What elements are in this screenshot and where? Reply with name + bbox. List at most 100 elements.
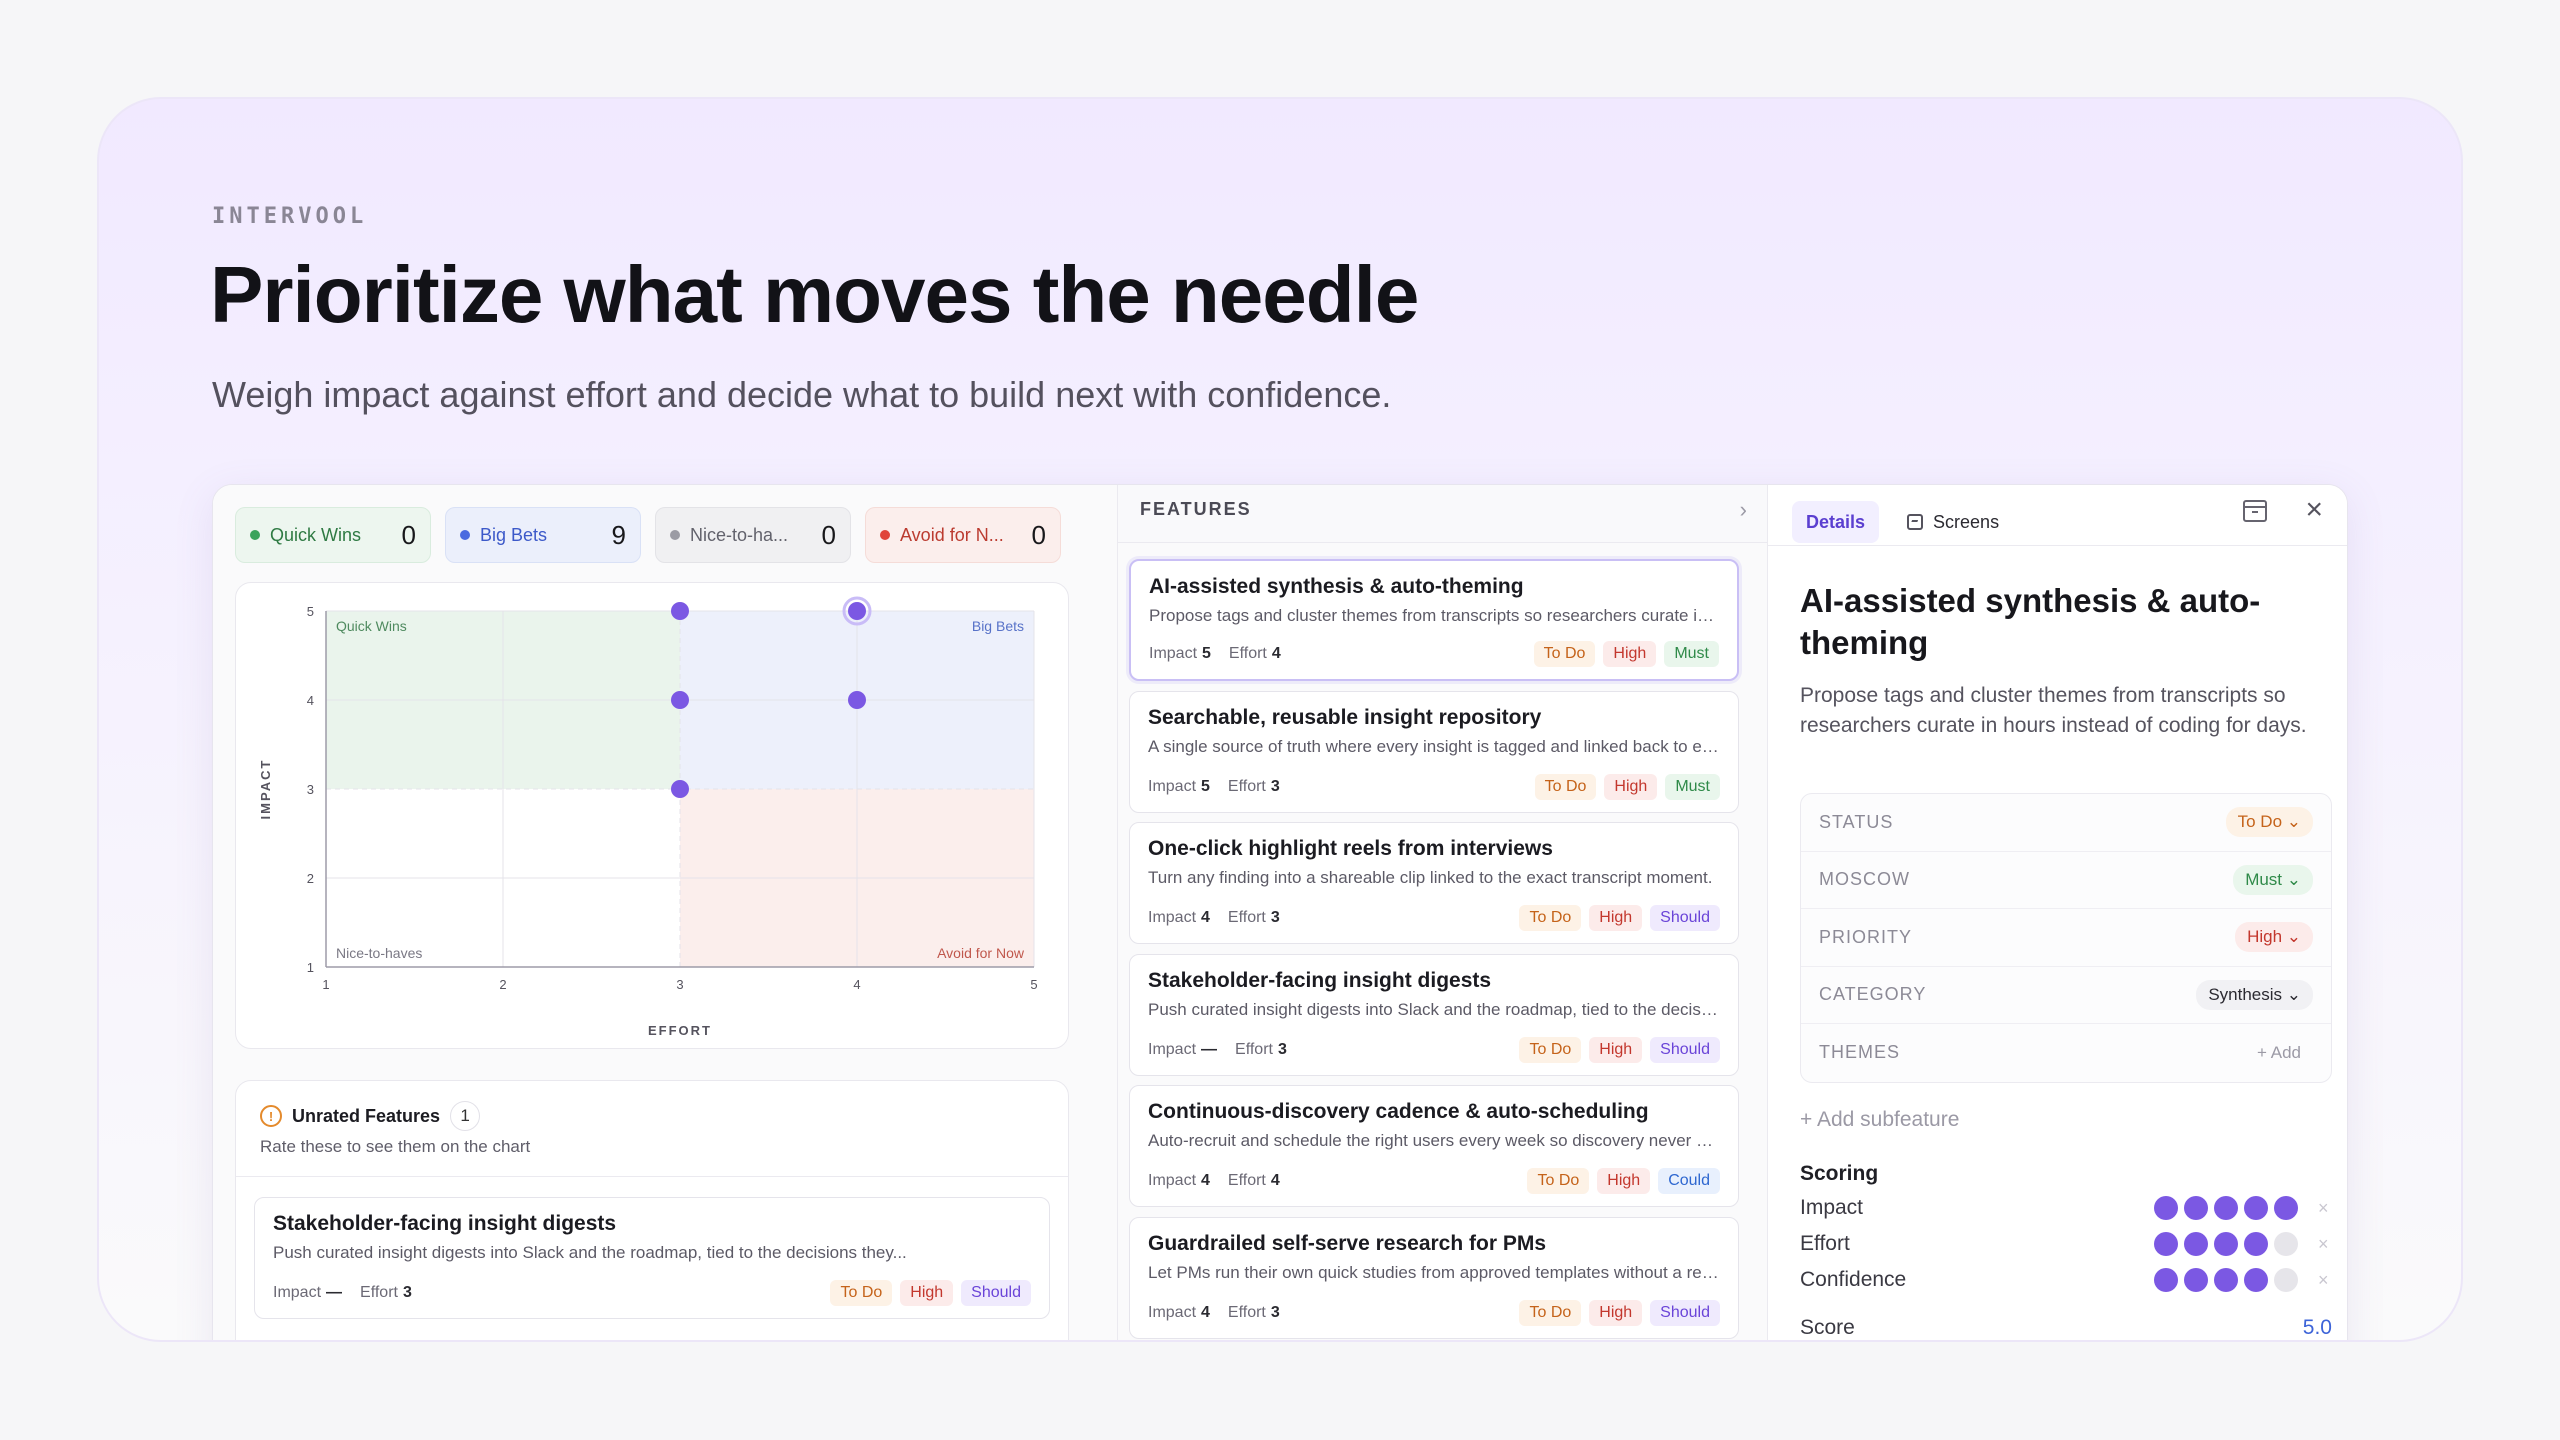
feature-card[interactable]: AI-assisted synthesis & auto-theming Prop… xyxy=(1129,559,1739,681)
priority-badge: High xyxy=(1589,1299,1643,1326)
clear-rating-icon[interactable]: × xyxy=(2318,1270,2332,1291)
rating-dots: × xyxy=(2154,1268,2332,1292)
brand-eyebrow: INTERVOOL xyxy=(212,204,368,229)
moscow-badge: Could xyxy=(1658,1168,1720,1194)
feature-card[interactable]: Continuous-discovery cadence & auto-sche… xyxy=(1129,1085,1739,1207)
details-tabs: Details Screens xyxy=(1792,501,2013,543)
add-subfeature-button[interactable]: + Add subfeature xyxy=(1800,1108,1959,1132)
impact-value: 5 xyxy=(1201,777,1210,795)
rating-dot[interactable] xyxy=(2214,1232,2238,1256)
rating-dot[interactable] xyxy=(2214,1268,2238,1292)
score-row-impact: Impact × xyxy=(1800,1190,2332,1226)
tab-screens[interactable]: Screens xyxy=(1893,501,2013,543)
image-icon xyxy=(1907,514,1924,530)
data-point[interactable] xyxy=(671,691,689,709)
quadrant-label: Nice-to-ha... xyxy=(690,524,789,545)
feature-description: Push curated insight digests into Slack … xyxy=(273,1243,907,1262)
y-tick-label: 1 xyxy=(307,960,314,975)
clear-rating-icon[interactable]: × xyxy=(2318,1198,2332,1219)
feature-card[interactable]: Guardrailed self-serve research for PMs L… xyxy=(1129,1216,1739,1339)
features-panel: FEATURES › AI-assisted synthesis & auto-… xyxy=(1118,485,1768,1340)
y-tick-label: 3 xyxy=(307,782,314,797)
quadrant-nice-to-haves[interactable]: Nice-to-ha... 0 xyxy=(655,507,851,563)
score-row-confidence: Confidence × xyxy=(1800,1262,2332,1298)
quadrant-quick-wins[interactable]: Quick Wins 0 xyxy=(235,507,431,563)
features-header: FEATURES › xyxy=(1118,485,1767,543)
rating-dot[interactable] xyxy=(2244,1196,2268,1220)
feature-card[interactable]: Stakeholder-facing insight digests Push c… xyxy=(1129,953,1739,1076)
quadrant-count: 0 xyxy=(401,519,416,550)
chevron-right-icon[interactable]: › xyxy=(1740,497,1747,523)
effort-value: 3 xyxy=(1270,1303,1280,1321)
effort-value: 3 xyxy=(1277,1040,1287,1058)
impact-value: 4 xyxy=(1201,909,1210,926)
impact-value: 5 xyxy=(1202,645,1211,662)
rating-dot[interactable] xyxy=(2274,1232,2298,1256)
add-theme-button[interactable]: + Add xyxy=(2245,1038,2313,1068)
rating-dot[interactable] xyxy=(2244,1232,2268,1256)
y-tick-label: 5 xyxy=(307,604,314,619)
property-priority: PRIORITY High ⌄ xyxy=(1801,909,2331,967)
category-dropdown[interactable]: Synthesis ⌄ xyxy=(2196,979,2313,1010)
rating-dot[interactable] xyxy=(2184,1232,2208,1256)
rating-dot[interactable] xyxy=(2274,1268,2298,1292)
effort-value: 3 xyxy=(1270,909,1280,926)
feature-description: Turn any finding into a shareable clip l… xyxy=(1148,868,1713,887)
red-dot-icon xyxy=(880,530,890,540)
property-label: CATEGORY xyxy=(1819,984,1927,1005)
data-point[interactable] xyxy=(848,691,866,709)
property-moscow: MOSCOW Must ⌄ xyxy=(1801,852,2331,909)
rating-dot[interactable] xyxy=(2274,1196,2298,1220)
tab-details[interactable]: Details xyxy=(1792,501,1880,543)
hero-card: INTERVOOL Prioritize what moves the need… xyxy=(97,97,2463,1342)
rating-dot[interactable] xyxy=(2244,1268,2268,1292)
effort-label: Effort xyxy=(1227,909,1266,926)
rating-dot[interactable] xyxy=(2154,1232,2178,1256)
matrix-svg: 1 2 3 4 5 1 2 3 4 5 EFFORT IMPACT Quick Wins Big Bets… xyxy=(258,596,1038,1038)
moscow-badge: Should xyxy=(961,1280,1031,1306)
feature-card[interactable]: Searchable, reusable insight repository A… xyxy=(1129,690,1739,813)
rating-dot[interactable] xyxy=(2154,1268,2178,1292)
quadrant-label-big-bets: Big Bets xyxy=(972,618,1024,634)
clear-rating-icon[interactable]: × xyxy=(2318,1234,2332,1255)
quadrant-label-avoid: Avoid for Now xyxy=(937,945,1025,961)
effort-label: Effort xyxy=(1228,645,1267,662)
unrated-feature-card[interactable]: Stakeholder-facing insight digests Push … xyxy=(254,1197,1050,1319)
moscow-dropdown[interactable]: Must ⌄ xyxy=(2233,864,2313,895)
data-point[interactable] xyxy=(671,780,689,798)
archive-icon[interactable] xyxy=(2243,500,2267,522)
data-point[interactable] xyxy=(848,602,866,620)
feature-description: Let PMs run their own quick studies from… xyxy=(1148,1262,1720,1282)
status-dropdown[interactable]: To Do ⌄ xyxy=(2225,807,2313,838)
rating-dot[interactable] xyxy=(2214,1196,2238,1220)
priority-dropdown[interactable]: High ⌄ xyxy=(2235,922,2313,953)
quadrant-big-bets[interactable]: Big Bets 9 xyxy=(445,507,641,563)
effort-value: 4 xyxy=(1271,645,1281,662)
detail-description: Propose tags and cluster themes from tra… xyxy=(1800,684,2307,737)
rating-dot[interactable] xyxy=(2154,1196,2178,1220)
feature-description: Auto-recruit and schedule the right user… xyxy=(1148,1131,1720,1150)
close-icon[interactable]: × xyxy=(2305,495,2323,525)
impact-label: Impact xyxy=(1148,777,1197,795)
scoring-title: Scoring xyxy=(1800,1162,1879,1185)
unrated-count: 1 xyxy=(450,1101,481,1131)
status-badge: To Do xyxy=(1533,641,1596,667)
data-point[interactable] xyxy=(671,602,689,620)
y-tick-label: 4 xyxy=(307,693,314,708)
subline: Weigh impact against effort and decide w… xyxy=(212,374,1392,415)
score-label: Score xyxy=(1800,1316,1855,1339)
rating-dot[interactable] xyxy=(2184,1268,2208,1292)
effort-label: Effort xyxy=(1227,1172,1266,1189)
rating-dots: × xyxy=(2154,1196,2332,1220)
feature-card[interactable]: One-click highlight reels from interview… xyxy=(1129,822,1739,944)
rating-dot[interactable] xyxy=(2184,1196,2208,1220)
priority-badge: High xyxy=(1589,1036,1643,1063)
tab-label: Screens xyxy=(1933,511,2000,532)
quadrant-count: 0 xyxy=(1031,519,1046,550)
x-axis-label: EFFORT xyxy=(648,1023,712,1038)
app-window: Quick Wins 0 Big Bets 9 Nice-to-ha... 0 … xyxy=(212,484,2348,1340)
effort-value: 3 xyxy=(402,1284,412,1301)
quadrant-label-nice-to-haves: Nice-to-haves xyxy=(336,945,422,961)
quadrant-avoid[interactable]: Avoid for N... 0 xyxy=(865,507,1061,563)
score-label: Confidence xyxy=(1800,1268,1907,1291)
